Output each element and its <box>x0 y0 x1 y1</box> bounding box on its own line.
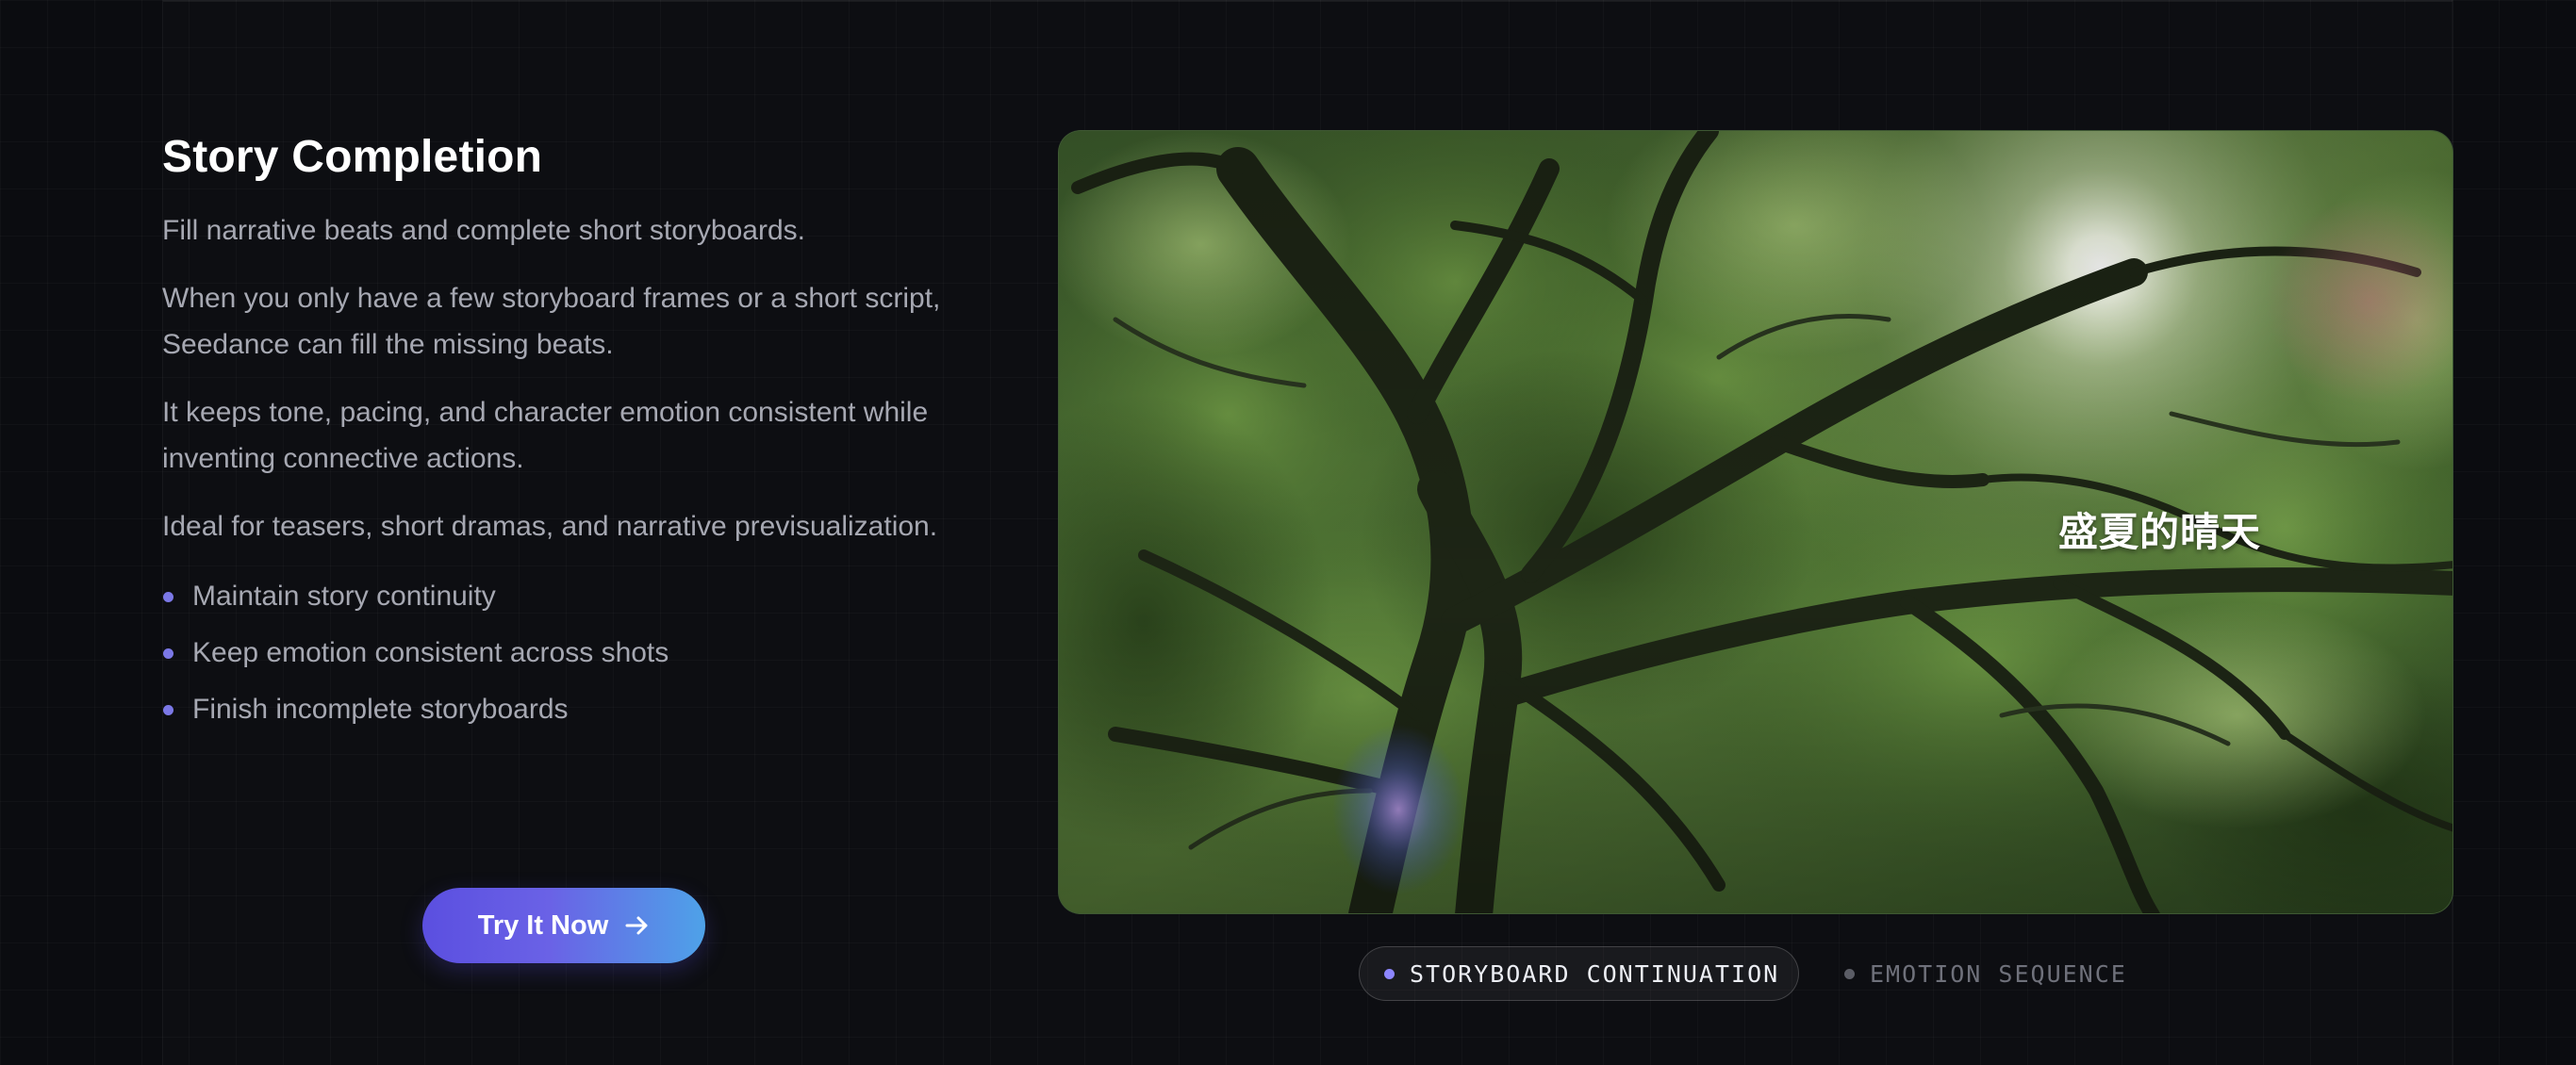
try-it-now-button[interactable]: Try It Now <box>422 888 705 963</box>
feature-list-item: Keep emotion consistent across shots <box>162 631 973 674</box>
tab-label: STORYBOARD CONTINUATION <box>1410 959 1780 988</box>
video-caption: 盛夏的晴天 <box>2058 509 2262 555</box>
inactive-dot-icon <box>1844 968 1855 979</box>
bullet-dot-icon <box>163 592 173 602</box>
section-title: Story Completion <box>162 132 543 182</box>
feature-list-item: Maintain story continuity <box>162 575 973 617</box>
feature-list-item-label: Maintain story continuity <box>192 581 496 612</box>
description-paragraph: Ideal for teasers, short dramas, and nar… <box>162 511 938 542</box>
description-paragraph: When you only have a few storyboard fram… <box>162 283 941 360</box>
description-paragraph: It keeps tone, pacing, and character emo… <box>162 397 929 474</box>
feature-list-item-label: Finish incomplete storyboards <box>192 694 569 725</box>
page: Story Completion Fill narrative beats an… <box>0 0 2576 1065</box>
feature-list-item-label: Keep emotion consistent across shots <box>192 637 669 668</box>
arrow-right-icon <box>625 916 648 935</box>
bullet-dot-icon <box>163 705 173 715</box>
tab-emotion-sequence[interactable]: EMOTION SEQUENCE <box>1844 946 2127 1001</box>
section-subtitle: Fill narrative beats and complete short … <box>162 215 805 246</box>
feature-description: Story Completion Fill narrative beats an… <box>162 124 973 745</box>
active-dot-icon <box>1384 968 1395 979</box>
bullet-dot-icon <box>163 648 173 659</box>
feature-list: Maintain story continuity Keep emotion c… <box>162 575 973 730</box>
tab-label: EMOTION SEQUENCE <box>1870 959 2127 988</box>
feature-list-item: Finish incomplete storyboards <box>162 688 973 730</box>
tab-storyboard-continuation[interactable]: STORYBOARD CONTINUATION <box>1359 946 1799 1001</box>
video-preview[interactable]: 盛夏的晴天 <box>1058 130 2453 914</box>
try-it-now-label: Try It Now <box>477 909 609 941</box>
